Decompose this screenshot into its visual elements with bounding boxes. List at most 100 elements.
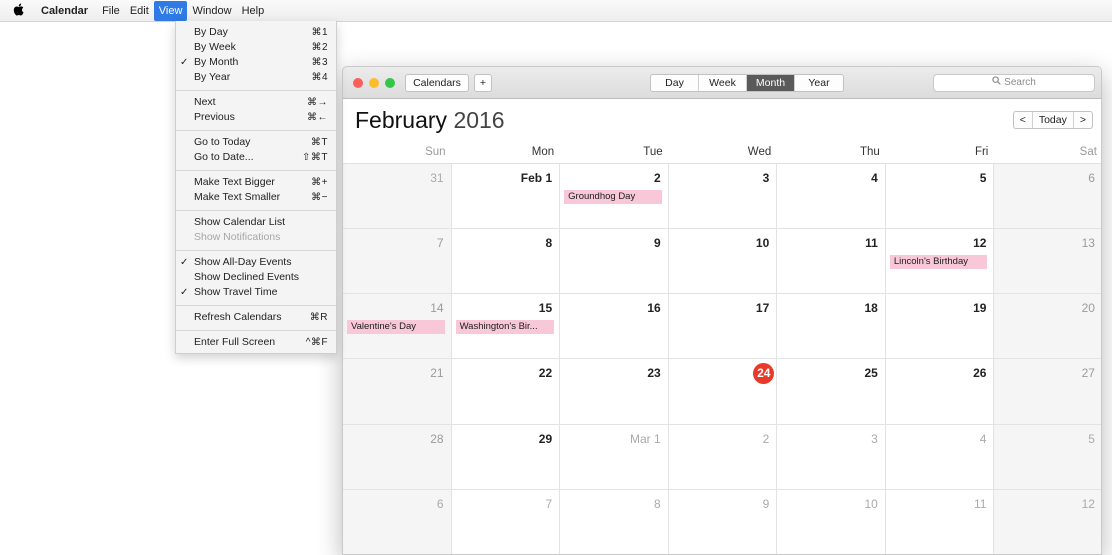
menu-item-show-all-day-events[interactable]: ✓ Show All-Day Events xyxy=(176,255,336,270)
day-cell[interactable]: 24 xyxy=(668,359,778,425)
day-cell[interactable]: Mar 1 xyxy=(560,424,669,490)
day-cell[interactable]: 2 Groundhog Day xyxy=(560,164,669,230)
day-cell[interactable]: 15 Washington's Bir... xyxy=(451,294,561,360)
day-cell[interactable]: 20 xyxy=(994,294,1101,360)
tab-week[interactable]: Week xyxy=(699,75,747,91)
day-cell[interactable]: 5 xyxy=(994,424,1101,490)
menu-item-next[interactable]: Next ⌘→ xyxy=(176,95,336,110)
event-groundhog-day[interactable]: Groundhog Day xyxy=(564,190,663,204)
day-cell[interactable]: 8 xyxy=(560,489,669,554)
day-cell[interactable]: 12 xyxy=(994,489,1101,554)
previous-month-button[interactable]: < xyxy=(1014,112,1033,128)
day-cell[interactable]: 3 xyxy=(777,424,886,490)
day-cell[interactable]: 21 xyxy=(343,359,452,425)
event-lincoln-s-birthday[interactable]: Lincoln's Birthday xyxy=(889,255,987,270)
day-number: 22 xyxy=(538,366,553,381)
day-number: 12 xyxy=(1081,496,1095,511)
menu-calendar[interactable]: Calendar xyxy=(36,1,93,21)
day-cell[interactable]: 8 xyxy=(451,229,561,295)
event-valentine-s-day[interactable]: Valentine's Day xyxy=(347,320,445,335)
day-cell[interactable]: 4 xyxy=(885,424,995,490)
day-cell[interactable]: 3 xyxy=(668,164,778,230)
day-cell[interactable]: 7 xyxy=(451,489,561,554)
menu-item-go-to-today[interactable]: Go to Today ⌘T xyxy=(176,135,336,150)
day-cell[interactable]: 18 xyxy=(777,294,886,360)
menu-item-enter-full-screen[interactable]: Enter Full Screen ^⌘F xyxy=(176,335,336,350)
day-cell[interactable]: 4 xyxy=(777,164,886,230)
close-window-button[interactable] xyxy=(353,78,363,88)
menu-item-by-week[interactable]: By Week ⌘2 xyxy=(176,40,336,55)
day-cell[interactable]: 27 xyxy=(994,359,1101,425)
menu-item-by-month[interactable]: ✓ By Month ⌘3 xyxy=(176,55,336,70)
day-cell[interactable]: 12 Lincoln's Birthday xyxy=(885,229,995,295)
event-washington-s-bir[interactable]: Washington's Bir... xyxy=(455,320,554,335)
menu-item-shortcut: ⌘T xyxy=(310,137,328,148)
menu-item-make-text-bigger[interactable]: Make Text Bigger ⌘+ xyxy=(176,175,336,190)
menu-edit[interactable]: Edit xyxy=(125,1,154,21)
day-number: 20 xyxy=(1081,301,1095,316)
next-month-button[interactable]: > xyxy=(1074,112,1092,128)
today-button[interactable]: Today xyxy=(1033,112,1074,128)
menu-window[interactable]: Window xyxy=(187,1,236,21)
day-cell[interactable]: 2 xyxy=(668,424,778,490)
menu-item-previous[interactable]: Previous ⌘← xyxy=(176,110,336,125)
menu-file[interactable]: File xyxy=(97,1,125,21)
day-cell[interactable]: Feb 1 xyxy=(451,164,561,230)
day-cell[interactable]: 10 xyxy=(777,489,886,554)
menu-item-label: By Day xyxy=(194,26,228,38)
day-cell[interactable]: 22 xyxy=(451,359,561,425)
apple-icon[interactable] xyxy=(0,3,36,19)
menu-item-refresh-calendars[interactable]: Refresh Calendars ⌘R xyxy=(176,310,336,325)
tab-month[interactable]: Month xyxy=(747,75,795,91)
day-cell[interactable]: 9 xyxy=(560,229,669,295)
day-cell[interactable]: 9 xyxy=(668,489,778,554)
menu-item-by-day[interactable]: By Day ⌘1 xyxy=(176,25,336,40)
day-number: 16 xyxy=(647,301,661,316)
minimize-window-button[interactable] xyxy=(369,78,379,88)
day-cell[interactable]: 6 xyxy=(343,489,452,554)
day-cell[interactable]: 23 xyxy=(560,359,669,425)
checkmark-icon: ✓ xyxy=(180,57,189,68)
menu-item-label: By Week xyxy=(194,41,236,53)
menu-view[interactable]: View xyxy=(153,0,188,21)
day-number: 2 xyxy=(762,431,770,446)
day-number: 6 xyxy=(1088,171,1095,185)
menu-item-label: Go to Today xyxy=(194,136,251,148)
search-input[interactable]: Search xyxy=(933,74,1095,92)
day-cell[interactable]: 11 xyxy=(777,229,886,295)
day-cell[interactable]: 26 xyxy=(885,359,995,425)
day-cell[interactable]: 17 xyxy=(668,294,778,360)
menu-item-show-calendar-list[interactable]: Show Calendar List xyxy=(176,215,336,230)
tab-year[interactable]: Year xyxy=(795,75,843,91)
day-cell[interactable]: 29 xyxy=(451,424,561,490)
menu-item-label: Show Notifications xyxy=(194,231,281,243)
menu-item-go-to-date[interactable]: Go to Date... ⇧⌘T xyxy=(176,150,336,165)
day-cell[interactable]: 25 xyxy=(777,359,886,425)
day-cell[interactable]: 7 xyxy=(343,229,452,295)
menu-item-make-text-smaller[interactable]: Make Text Smaller ⌘− xyxy=(176,190,336,205)
day-cell[interactable]: 13 xyxy=(994,229,1101,295)
day-cell[interactable]: 16 xyxy=(560,294,669,360)
calendars-button[interactable]: Calendars xyxy=(405,74,469,92)
add-event-button[interactable]: + xyxy=(474,74,492,92)
zoom-window-button[interactable] xyxy=(385,78,395,88)
tab-day[interactable]: Day xyxy=(651,75,699,91)
menu-separator xyxy=(176,330,336,331)
day-cell[interactable]: 10 xyxy=(668,229,778,295)
day-cell[interactable]: 14 Valentine's Day xyxy=(343,294,452,360)
day-cell[interactable]: 31 xyxy=(343,164,452,230)
menu-item-by-year[interactable]: By Year ⌘4 xyxy=(176,70,336,85)
day-number: 14 xyxy=(430,301,444,316)
menu-item-label: Enter Full Screen xyxy=(194,336,276,348)
menu-item-shortcut: ⇧⌘T xyxy=(302,152,328,163)
menu-help[interactable]: Help xyxy=(237,1,270,21)
day-cell[interactable]: 11 xyxy=(885,489,995,554)
calendar-window: Calendars + Day Week Month Year Search F… xyxy=(342,66,1102,555)
menu-item-show-travel-time[interactable]: ✓ Show Travel Time xyxy=(176,285,336,300)
menu-item-show-declined-events[interactable]: Show Declined Events xyxy=(176,270,336,285)
day-cell[interactable]: 19 xyxy=(885,294,995,360)
day-cell[interactable]: 28 xyxy=(343,424,452,490)
day-cell[interactable]: 5 xyxy=(885,164,995,230)
day-cell[interactable]: 6 xyxy=(994,164,1101,230)
page-title: February 2016 xyxy=(355,107,505,134)
